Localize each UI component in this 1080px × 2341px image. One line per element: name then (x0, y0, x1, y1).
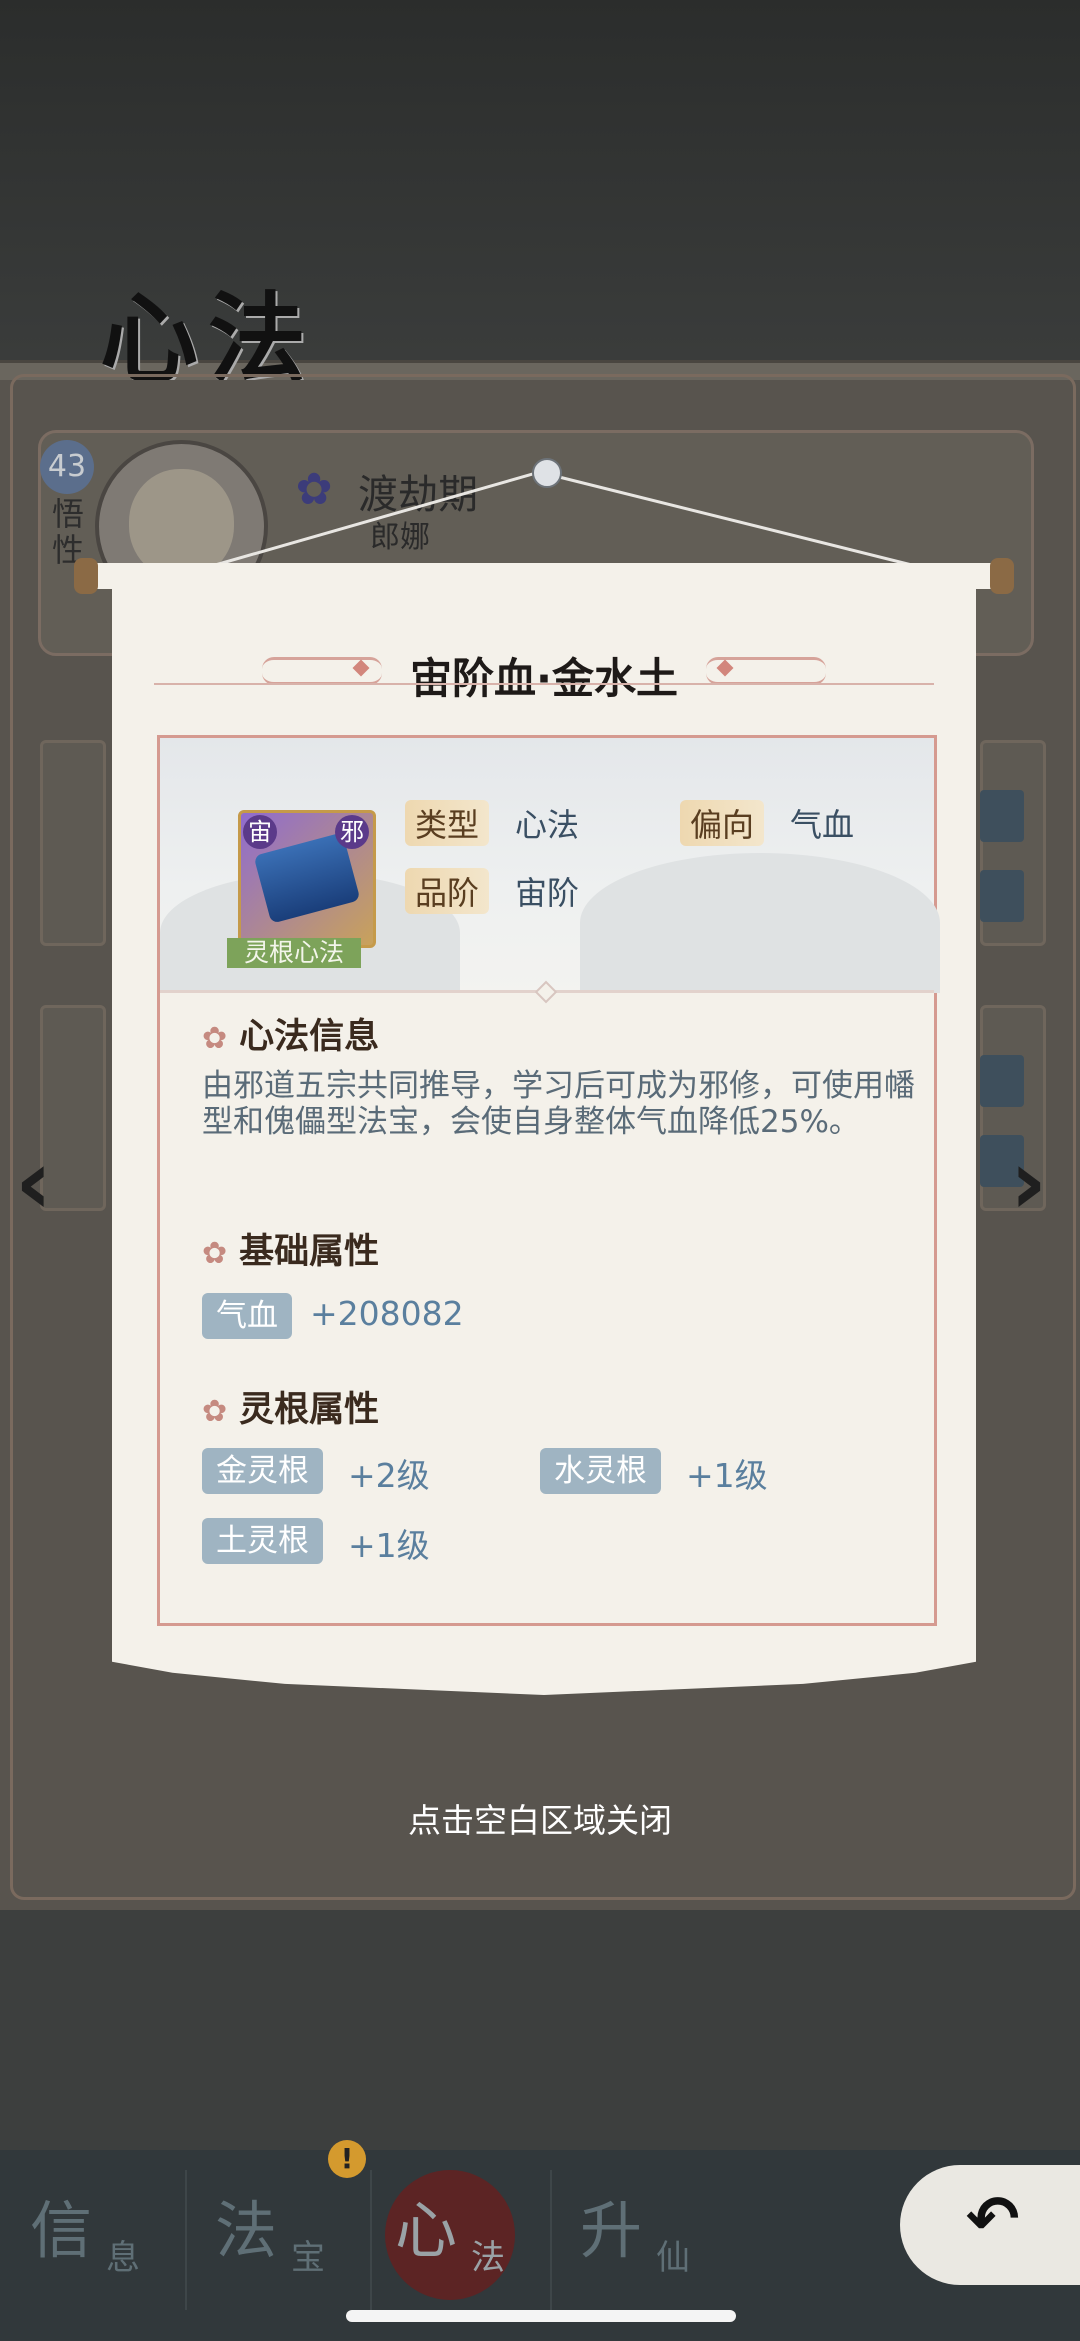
alert-icon: ! (328, 2140, 366, 2178)
right-side-slot (980, 790, 1024, 842)
grade-badge: 宙 (243, 815, 277, 849)
dismiss-hint[interactable]: 点击空白区域关闭 (0, 1794, 1080, 1842)
flower-icon: ✿ (202, 1021, 228, 1056)
technique-detail-modal: 宙阶血·金水土 宙 邪 灵根心法 类型 心法 偏向 气血 品阶 宙阶 ✿ 心法信息… (112, 585, 976, 1695)
divider-diamond-icon (534, 980, 558, 1004)
back-button[interactable]: ↶ (900, 2165, 1080, 2285)
grade-value: 宙阶 (515, 874, 580, 912)
home-indicator[interactable] (346, 2310, 736, 2322)
root-value-metal: +2级 (348, 1456, 430, 1495)
scroll-rod-end-left (74, 558, 98, 594)
type-label: 类型 (405, 800, 490, 846)
tab-technique[interactable]: 心 法 (375, 2160, 550, 2320)
nail-icon (532, 458, 562, 488)
bottom-background (0, 1910, 1080, 2150)
root-label-metal: 金灵根 (202, 1448, 323, 1494)
tab-treasure[interactable]: 法 宝 (195, 2160, 370, 2320)
bias-value: 气血 (790, 806, 855, 844)
root-label-earth: 土灵根 (202, 1518, 323, 1564)
root-section-heading: ✿ 灵根属性 (202, 1390, 380, 1430)
base-section-heading: ✿ 基础属性 (202, 1232, 380, 1272)
flower-icon: ✿ (202, 1394, 228, 1429)
title-divider (154, 683, 934, 685)
tab-separator (370, 2170, 372, 2310)
prev-arrow-icon[interactable]: ‹ (15, 1130, 52, 1235)
grade-label: 品阶 (405, 868, 490, 914)
realm-icon: ✿ (295, 464, 333, 515)
right-side-slot (980, 870, 1024, 922)
root-label-water: 水灵根 (540, 1448, 661, 1494)
stat-label-hp: 气血 (202, 1293, 292, 1339)
stat-value-hp: +208082 (310, 1294, 464, 1333)
right-side-slot (980, 1055, 1024, 1107)
tab-info[interactable]: 信 息 (10, 2160, 185, 2320)
tab-separator (550, 2170, 552, 2310)
detail-frame: 宙 邪 灵根心法 类型 心法 偏向 气血 品阶 宙阶 ✿ 心法信息 由邪道五宗共同… (157, 735, 940, 1626)
root-value-earth: +1级 (348, 1526, 430, 1565)
left-side-card (40, 740, 106, 946)
info-section-heading: ✿ 心法信息 (202, 1017, 380, 1057)
back-arrow-icon: ↶ (966, 2183, 1020, 2257)
technique-icon: 宙 邪 (238, 810, 376, 948)
technique-description: 由邪道五宗共同推导，学习后可成为邪修，可使用幡型和傀儡型法宝，会使自身整体气血降… (202, 1068, 915, 1140)
scroll-rod-end-right (990, 558, 1014, 594)
technique-title: 宙阶血·金水土 (410, 654, 678, 703)
technique-header: 宙 邪 灵根心法 类型 心法 偏向 气血 品阶 宙阶 (160, 738, 940, 1004)
bias-label: 偏向 (680, 800, 765, 846)
type-value: 心法 (515, 806, 580, 844)
level-badge: 43 (40, 440, 94, 494)
next-arrow-icon[interactable]: › (1010, 1130, 1047, 1235)
tab-separator (185, 2170, 187, 2310)
mountain-decor (580, 853, 940, 993)
category-tag: 灵根心法 (227, 938, 361, 968)
tab-ascend[interactable]: 升 仙 (560, 2160, 735, 2320)
evil-badge: 邪 (335, 815, 369, 849)
wuxing-label: 悟性 (52, 495, 85, 569)
root-value-water: +1级 (686, 1456, 768, 1495)
flower-icon: ✿ (202, 1236, 228, 1271)
